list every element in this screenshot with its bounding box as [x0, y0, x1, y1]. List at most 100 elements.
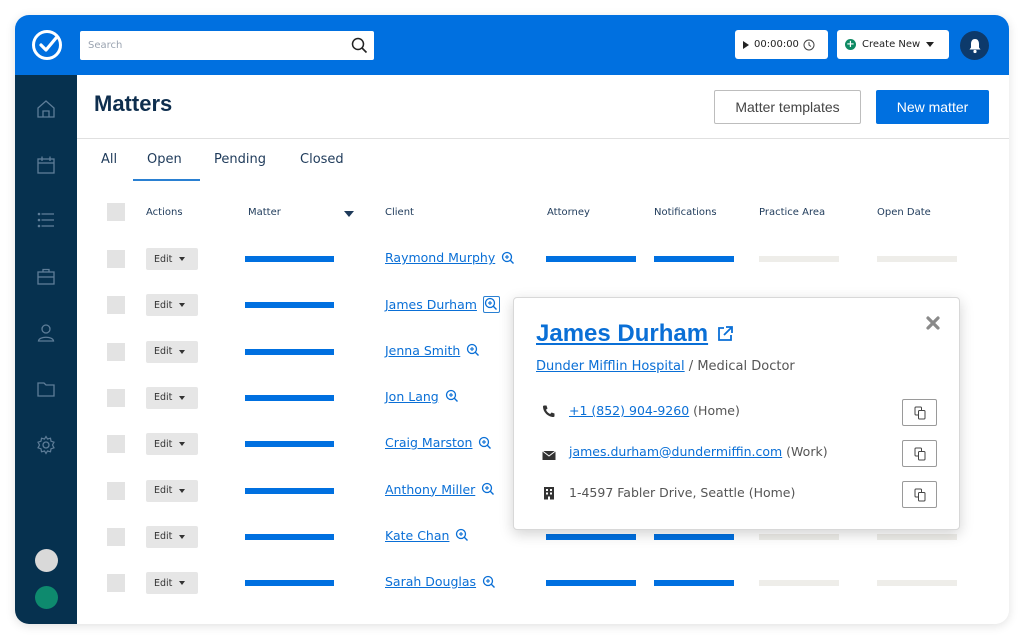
calendar-icon[interactable] [36, 155, 56, 175]
notifications-button[interactable] [960, 31, 989, 60]
header-matter[interactable]: Matter [248, 207, 281, 218]
close-icon[interactable] [925, 315, 941, 331]
caret-down-icon [179, 442, 186, 447]
header-client[interactable]: Client [385, 207, 414, 218]
edit-label: Edit [154, 485, 173, 496]
matter-placeholder-bar[interactable] [245, 348, 334, 355]
select-all-checkbox[interactable] [107, 203, 125, 221]
open-date-placeholder-bar [877, 580, 957, 587]
client-link[interactable]: Anthony Miller [385, 482, 475, 497]
user-avatar-dot[interactable] [35, 586, 58, 609]
header-notifications[interactable]: Notifications [654, 207, 717, 218]
new-matter-button[interactable]: New matter [876, 90, 989, 124]
client-link[interactable]: James Durham [385, 297, 477, 312]
edit-dropdown-button[interactable]: Edit [146, 294, 198, 317]
header-divider [77, 138, 1009, 139]
client-link[interactable]: Craig Marston [385, 435, 472, 450]
organization-link[interactable]: Dunder Mifflin Hospital [536, 359, 685, 374]
search-input[interactable] [80, 31, 330, 60]
preview-zoom-icon[interactable] [478, 436, 492, 450]
copy-icon [914, 488, 925, 501]
row-checkbox[interactable] [107, 388, 125, 407]
edit-dropdown-button[interactable]: Edit [146, 479, 198, 502]
matter-placeholder-bar[interactable] [245, 533, 334, 540]
row-checkbox[interactable] [107, 250, 125, 268]
matter-placeholder-bar[interactable] [245, 256, 334, 262]
caret-down-icon [926, 42, 935, 47]
email-type: (Work) [786, 443, 828, 459]
copy-address-button[interactable] [902, 481, 937, 508]
edit-dropdown-button[interactable]: Edit [146, 433, 198, 456]
preview-zoom-icon[interactable] [501, 251, 515, 265]
edit-dropdown-button[interactable]: Edit [146, 248, 198, 270]
preview-zoom-icon[interactable] [466, 343, 480, 357]
client-link[interactable]: Sarah Douglas [385, 574, 476, 589]
timer-button[interactable]: 00:00:00 [735, 30, 828, 59]
preview-zoom-icon[interactable] [455, 528, 469, 542]
row-checkbox[interactable] [107, 574, 125, 593]
building-icon [544, 486, 554, 499]
header-practice-area[interactable]: Practice Area [759, 207, 825, 218]
row-checkbox[interactable] [107, 296, 125, 315]
logo-icon[interactable] [31, 29, 63, 61]
client-link[interactable]: Kate Chan [385, 528, 449, 543]
preview-zoom-icon[interactable] [481, 482, 495, 496]
copy-phone-button[interactable] [902, 399, 937, 426]
phone-link[interactable]: +1 (852) 904-9260 [569, 403, 689, 418]
edit-dropdown-button[interactable]: Edit [146, 525, 198, 548]
sort-caret-icon[interactable] [344, 211, 354, 217]
preview-zoom-icon[interactable] [445, 389, 459, 403]
bell-icon [969, 38, 980, 53]
list-icon[interactable] [36, 210, 56, 230]
home-icon[interactable] [36, 99, 56, 119]
matter-templates-button[interactable]: Matter templates [714, 90, 861, 124]
tab-all[interactable]: All [101, 152, 117, 167]
caret-down-icon [179, 349, 186, 354]
phone-type: (Home) [693, 403, 740, 418]
settings-icon[interactable] [36, 435, 56, 455]
matter-placeholder-bar[interactable] [245, 394, 334, 401]
caret-down-icon [179, 257, 186, 261]
matter-placeholder-bar[interactable] [245, 302, 334, 309]
matter-placeholder-bar[interactable] [245, 441, 334, 448]
tab-open[interactable]: Open [147, 152, 182, 167]
matter-placeholder-bar[interactable] [245, 580, 334, 587]
client-link[interactable]: Jenna Smith [385, 343, 460, 358]
briefcase-icon[interactable] [36, 267, 56, 287]
tab-pending[interactable]: Pending [214, 152, 266, 167]
matter-placeholder-bar[interactable] [245, 487, 334, 494]
client-name-link[interactable]: James Durham [536, 320, 708, 348]
email-row: james.durham@dundermiffin.com (Work) [542, 440, 828, 462]
row-checkbox[interactable] [107, 435, 125, 454]
row-checkbox[interactable] [107, 342, 125, 361]
tab-closed[interactable]: Closed [300, 152, 344, 167]
job-title: Medical Doctor [697, 359, 795, 374]
client-link[interactable]: Jon Lang [385, 389, 439, 404]
edit-dropdown-button[interactable]: Edit [146, 386, 198, 409]
search-icon[interactable] [351, 37, 368, 54]
copy-email-button[interactable] [902, 440, 937, 467]
folder-icon[interactable] [36, 379, 56, 399]
email-link[interactable]: james.durham@dundermiffin.com [569, 444, 782, 459]
notifications-placeholder-bar [654, 533, 734, 540]
contacts-icon[interactable] [36, 323, 56, 343]
edit-dropdown-button[interactable]: Edit [146, 572, 198, 595]
edit-label: Edit [154, 299, 173, 311]
edit-dropdown-button[interactable]: Edit [146, 340, 198, 363]
play-icon [743, 40, 749, 49]
row-checkbox[interactable] [107, 481, 125, 500]
preview-zoom-icon[interactable] [482, 575, 496, 589]
sidebar [15, 75, 77, 624]
create-new-button[interactable]: + Create New [837, 30, 949, 59]
client-link[interactable]: Raymond Murphy [385, 250, 495, 265]
preview-zoom-icon[interactable] [482, 296, 500, 314]
client-preview-popup: James Durham Dunder Mifflin Hospital / M… [513, 297, 960, 530]
header-open-date[interactable]: Open Date [877, 207, 931, 218]
header-attorney[interactable]: Attorney [547, 207, 590, 218]
external-link-icon[interactable] [716, 325, 734, 343]
address-row: 1-4597 Fabler Drive, Seattle (Home) [542, 485, 795, 500]
edit-label: Edit [154, 438, 173, 450]
status-dot-gray[interactable] [35, 549, 58, 572]
row-checkbox[interactable] [107, 527, 125, 546]
create-new-label: Create New [862, 39, 921, 50]
